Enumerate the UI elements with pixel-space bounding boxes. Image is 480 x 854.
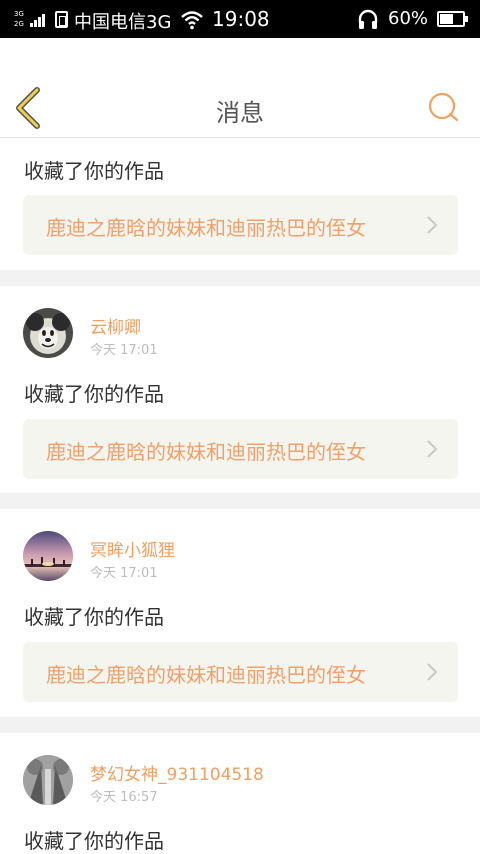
- item-separator: [0, 270, 480, 286]
- timestamp: 今天 17:01: [90, 566, 158, 581]
- battery-level-fill: [440, 14, 454, 24]
- chevron-right-icon: [427, 440, 438, 458]
- work-title: 鹿迪之鹿晗的妹妹和迪丽热巴的侄女: [46, 440, 366, 464]
- clock: 19:08: [212, 7, 270, 31]
- page-title: 消息: [216, 99, 264, 127]
- work-link[interactable]: 鹿迪之鹿晗的妹妹和迪丽热巴的侄女: [23, 419, 458, 479]
- search-button[interactable]: [426, 90, 460, 124]
- app-header: 消息: [0, 38, 480, 138]
- work-link[interactable]: 鹿迪之鹿晗的妹妹和迪丽热巴的侄女: [23, 642, 458, 702]
- item-separator: [0, 493, 480, 509]
- username[interactable]: 梦幻女神_931104518: [90, 760, 264, 785]
- avatar[interactable]: [23, 308, 73, 358]
- work-link[interactable]: 鹿迪之鹿晗的妹妹和迪丽热巴的侄女: [23, 195, 458, 255]
- list-item: 云柳卿 今天 17:01 收藏了你的作品 鹿迪之鹿晗的妹妹和迪丽热巴的侄女: [0, 286, 480, 493]
- work-title: 鹿迪之鹿晗的妹妹和迪丽热巴的侄女: [46, 663, 366, 687]
- signal-icon: [30, 11, 48, 27]
- item-separator: [0, 717, 480, 733]
- message-list[interactable]: 收藏了你的作品 鹿迪之鹿晗的妹妹和迪丽热巴的侄女 云柳卿 今天 17:01 收藏…: [0, 138, 480, 854]
- headset-icon: [358, 9, 378, 29]
- action-text: 收藏了你的作品: [24, 605, 164, 629]
- list-item: 冥眸小狐狸 今天 17:01 收藏了你的作品 鹿迪之鹿晗的妹妹和迪丽热巴的侄女: [0, 509, 480, 717]
- timestamp: 今天 17:01: [90, 343, 158, 358]
- username[interactable]: 云柳卿: [90, 313, 141, 338]
- list-item: 梦幻女神_931104518 今天 16:57 收藏了你的作品: [0, 733, 480, 854]
- wifi-icon: [181, 11, 203, 30]
- chevron-right-icon: [427, 216, 438, 234]
- status-bar: 3G 2G 中国电信3G 19:08 60%: [0, 0, 480, 38]
- username[interactable]: 冥眸小狐狸: [90, 536, 175, 561]
- battery-percent: 60%: [388, 8, 429, 29]
- avatar[interactable]: [23, 531, 73, 581]
- timestamp: 今天 16:57: [90, 790, 158, 805]
- carrier-name: 中国电信3G: [74, 12, 172, 33]
- list-item: 收藏了你的作品 鹿迪之鹿晗的妹妹和迪丽热巴的侄女: [0, 138, 480, 270]
- action-text: 收藏了你的作品: [24, 382, 164, 406]
- chevron-right-icon: [427, 663, 438, 681]
- action-text: 收藏了你的作品: [24, 829, 164, 853]
- search-icon: [428, 92, 459, 122]
- avatar[interactable]: [23, 755, 73, 805]
- action-text: 收藏了你的作品: [24, 159, 164, 183]
- battery-icon: [437, 11, 468, 27]
- work-title: 鹿迪之鹿晗的妹妹和迪丽热巴的侄女: [46, 216, 366, 240]
- sim-icon: [55, 11, 68, 28]
